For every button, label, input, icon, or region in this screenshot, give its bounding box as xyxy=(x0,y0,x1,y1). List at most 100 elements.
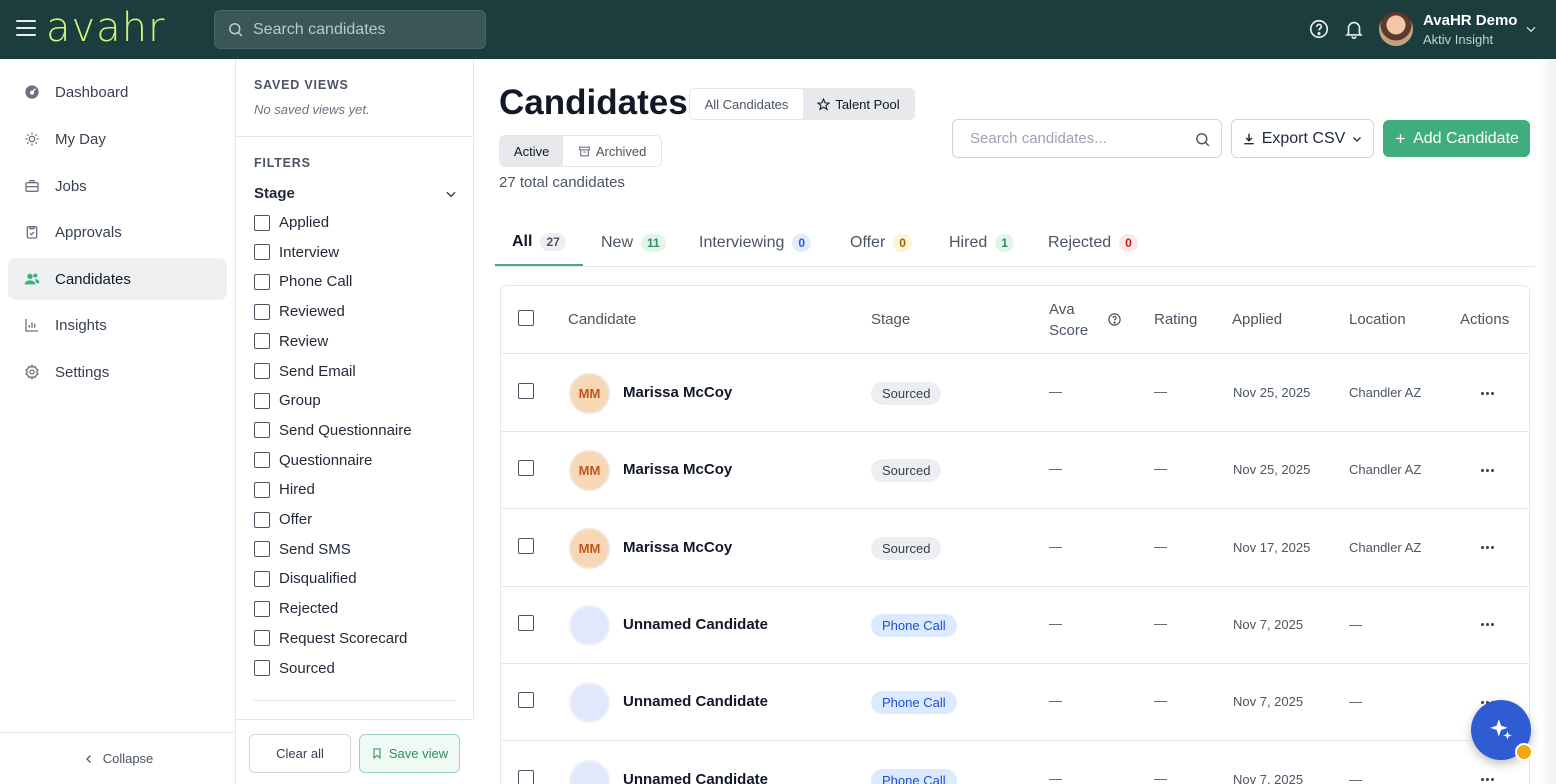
avatar xyxy=(569,759,610,784)
stage-filter-option[interactable]: Hired xyxy=(254,481,315,498)
clear-all-button[interactable]: Clear all xyxy=(249,734,351,773)
column-location[interactable]: Location xyxy=(1349,311,1406,328)
tab-count: 0 xyxy=(893,233,912,252)
more-actions-icon[interactable] xyxy=(1475,617,1499,633)
candidate-name[interactable]: Marissa McCoy xyxy=(623,384,732,401)
column-candidate[interactable]: Candidate xyxy=(568,311,636,328)
all-candidates-toggle[interactable]: All Candidates xyxy=(690,89,803,119)
active-toggle[interactable]: Active xyxy=(500,136,564,166)
stage-filter-option[interactable]: Send Email xyxy=(254,363,356,380)
stage-filter-option[interactable]: Rejected xyxy=(254,600,338,617)
stage-filter-option[interactable]: Applied xyxy=(254,214,329,231)
stage-filter-checkbox[interactable] xyxy=(254,273,270,290)
select-all-checkbox[interactable] xyxy=(518,310,534,326)
row-checkbox[interactable] xyxy=(518,692,534,709)
column-stage[interactable]: Stage xyxy=(871,311,910,328)
stage-filter-checkbox[interactable] xyxy=(254,541,270,558)
stage-filter-option[interactable]: Send Questionnaire xyxy=(254,422,412,439)
table-row[interactable]: MM Marissa McCoy Sourced — — Nov 17, 202… xyxy=(501,510,1529,587)
candidate-name[interactable]: Marissa McCoy xyxy=(623,539,732,556)
menu-icon[interactable] xyxy=(16,20,36,38)
sidebar-item-approvals[interactable]: Approvals xyxy=(8,211,227,253)
more-actions-icon[interactable] xyxy=(1475,462,1499,478)
tab-all[interactable]: All 27 xyxy=(495,219,583,266)
sidebar-item-jobs[interactable]: Jobs xyxy=(8,165,227,207)
stage-filter-checkbox[interactable] xyxy=(254,392,270,409)
stage-filter-checkbox[interactable] xyxy=(254,570,270,587)
candidate-name[interactable]: Marissa McCoy xyxy=(623,461,732,478)
stage-filter-checkbox[interactable] xyxy=(254,244,270,261)
stage-filter-checkbox[interactable] xyxy=(254,600,270,617)
tab-hired[interactable]: Hired 1 xyxy=(932,219,1031,266)
candidate-name[interactable]: Unnamed Candidate xyxy=(623,616,768,633)
candidate-search-input[interactable]: Search candidates... xyxy=(952,119,1222,158)
more-actions-icon[interactable] xyxy=(1475,772,1499,784)
table-row[interactable]: MM Marissa McCoy Sourced — — Nov 25, 202… xyxy=(501,355,1529,432)
stage-filter-checkbox[interactable] xyxy=(254,422,270,439)
sidebar-item-candidates[interactable]: Candidates xyxy=(8,258,227,300)
archived-toggle[interactable]: Archived xyxy=(563,136,661,166)
row-checkbox[interactable] xyxy=(518,769,534,784)
stage-filter-label: Hired xyxy=(279,481,315,499)
app-logo[interactable]: avahr xyxy=(46,6,166,50)
row-checkbox[interactable] xyxy=(518,460,534,477)
sidebar-item-insights[interactable]: Insights xyxy=(8,304,227,346)
stage-filter-option[interactable]: Reviewed xyxy=(254,303,345,320)
global-search-input[interactable]: Search candidates xyxy=(214,10,486,49)
stage-filter-checkbox[interactable] xyxy=(254,363,270,379)
stage-filter-toggle[interactable]: Stage xyxy=(254,185,458,202)
stage-filter-checkbox[interactable] xyxy=(254,481,270,498)
stage-filter-checkbox[interactable] xyxy=(254,303,270,320)
stage-filter-option[interactable]: Interview xyxy=(254,244,339,261)
save-view-button[interactable]: Save view xyxy=(359,734,460,773)
tab-interviewing[interactable]: Interviewing 0 xyxy=(682,219,828,266)
more-actions-icon[interactable] xyxy=(1475,385,1499,401)
table-row[interactable]: Unnamed Candidate Phone Call — — Nov 7, … xyxy=(501,587,1529,664)
stage-filter-checkbox[interactable] xyxy=(254,333,270,350)
user-name[interactable]: AvaHR Demo xyxy=(1423,12,1517,29)
candidate-name[interactable]: Unnamed Candidate xyxy=(623,771,768,784)
stage-filter-option[interactable]: Group xyxy=(254,392,321,409)
stage-filter-option[interactable]: Request Scorecard xyxy=(254,630,407,647)
info-icon[interactable] xyxy=(1107,312,1122,327)
column-rating[interactable]: Rating xyxy=(1154,311,1197,328)
more-actions-icon[interactable] xyxy=(1475,540,1499,556)
sidebar-item-my-day[interactable]: My Day xyxy=(8,118,227,160)
stage-filter-option[interactable]: Review xyxy=(254,333,328,350)
tab-new[interactable]: New 11 xyxy=(584,219,683,266)
stage-filter-option[interactable]: Disqualified xyxy=(254,570,357,587)
sidebar-item-label: Dashboard xyxy=(55,83,129,101)
row-checkbox[interactable] xyxy=(518,537,534,554)
tab-offer[interactable]: Offer 0 xyxy=(833,219,929,266)
export-csv-button[interactable]: Export CSV xyxy=(1231,119,1374,158)
bell-icon[interactable] xyxy=(1343,18,1365,40)
talent-pool-toggle[interactable]: Talent Pool xyxy=(802,89,914,119)
stage-filter-option[interactable]: Questionnaire xyxy=(254,452,372,469)
stage-filter-option[interactable]: Sourced xyxy=(254,660,335,677)
stage-filter-option[interactable]: Phone Call xyxy=(254,273,352,290)
stage-filter-option[interactable]: Send SMS xyxy=(254,541,351,558)
row-checkbox[interactable] xyxy=(518,383,534,399)
stage-filter-checkbox[interactable] xyxy=(254,214,270,231)
table-row[interactable]: Unnamed Candidate Phone Call — — Nov 7, … xyxy=(501,742,1529,784)
stage-filter-checkbox[interactable] xyxy=(254,511,270,528)
user-avatar[interactable] xyxy=(1379,12,1413,46)
location-value: Chandler AZ xyxy=(1349,539,1422,555)
sidebar-item-settings[interactable]: Settings xyxy=(8,351,227,393)
tab-rejected[interactable]: Rejected 0 xyxy=(1031,219,1155,266)
candidate-name[interactable]: Unnamed Candidate xyxy=(623,693,768,710)
row-checkbox[interactable] xyxy=(518,614,534,631)
stage-filter-checkbox[interactable] xyxy=(254,630,270,647)
chevron-down-icon[interactable] xyxy=(1524,22,1538,36)
stage-filter-checkbox[interactable] xyxy=(254,452,270,469)
help-icon[interactable] xyxy=(1308,18,1330,40)
table-row[interactable]: Unnamed Candidate Phone Call — — Nov 7, … xyxy=(501,664,1529,742)
column-applied[interactable]: Applied xyxy=(1232,311,1282,328)
stage-filter-option[interactable]: Offer xyxy=(254,511,312,528)
sidebar-item-dashboard[interactable]: Dashboard xyxy=(8,71,227,113)
stage-filter-checkbox[interactable] xyxy=(254,660,270,676)
column-ava-score[interactable]: Ava xyxy=(1049,301,1075,318)
table-row[interactable]: MM Marissa McCoy Sourced — — Nov 25, 202… xyxy=(501,432,1529,510)
collapse-button[interactable]: Collapse xyxy=(0,732,236,784)
add-candidate-button[interactable]: Add Candidate xyxy=(1383,120,1530,157)
